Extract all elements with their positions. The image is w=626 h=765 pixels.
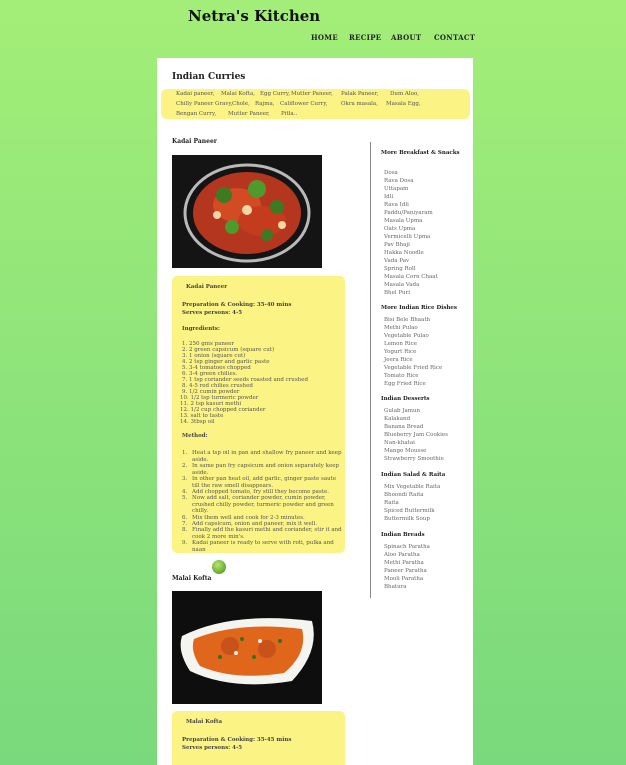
sidebar-link[interactable]: Mooli Paratha	[384, 576, 423, 582]
prep-time: Preparation & Cooking: 35-40 mins	[182, 302, 292, 308]
sidebar-link[interactable]: Bhel Puri	[384, 290, 410, 296]
sidebar-link[interactable]: Dosa	[384, 170, 398, 176]
sidebar-link[interactable]: Banana Bread	[384, 424, 423, 430]
sidebar-link[interactable]: Hakka Noodle	[384, 250, 424, 256]
sidebar-link[interactable]: Paneer Paratha	[384, 568, 427, 574]
sidebar-section-title: More Indian Rice Dishes	[381, 305, 458, 311]
tag-link[interactable]: Dum Aloo,	[390, 91, 419, 97]
method-step: Finally add the kasuri methi and coriand…	[192, 527, 342, 540]
recipe-heading[interactable]: Kadai Paneer	[172, 138, 217, 145]
sidebar-link[interactable]: Oats Upma	[384, 226, 415, 232]
tag-link[interactable]: Palak Paneer,	[341, 91, 378, 97]
tag-link[interactable]: Rajma,	[255, 101, 275, 107]
nav-contact[interactable]: CONTACT	[434, 33, 475, 42]
tag-link[interactable]: Califlower Curry,	[280, 101, 327, 107]
sidebar-link[interactable]: Rava Idli	[384, 202, 409, 208]
scroll-top-icon[interactable]	[212, 560, 226, 574]
serves: Serves persons: 4-5	[182, 745, 243, 751]
ingredients-label: Ingredients:	[182, 326, 220, 332]
method-label: Method:	[182, 433, 208, 439]
sidebar-link[interactable]: Spring Roll	[384, 266, 415, 272]
sidebar-link[interactable]: Egg Fried Rice	[384, 381, 426, 387]
sidebar-link[interactable]: Spiced Buttermilk	[384, 508, 435, 514]
sidebar-link[interactable]: Idli	[384, 194, 393, 200]
sidebar-link[interactable]: Jeera Rice	[384, 357, 413, 363]
sidebar-link[interactable]: Methi Paratha	[384, 560, 424, 566]
sidebar-link[interactable]: Vermicelli Upma	[384, 234, 430, 240]
tag-link[interactable]: Okra masala,	[341, 101, 378, 107]
nav-recipe[interactable]: RECIPE	[349, 33, 381, 42]
method-step: Now add salt, coriander powder, cumin po…	[192, 495, 334, 514]
sidebar-link[interactable]: Pav Bhaji	[384, 242, 410, 248]
prep-time: Preparation & Cooking: 35-45 mins	[182, 737, 292, 743]
sidebar-link[interactable]: Raita	[384, 500, 399, 506]
sidebar-link[interactable]: Blueberry Jam Cookies	[384, 432, 448, 438]
serves: Serves persons: 4-5	[182, 310, 243, 316]
sidebar-link[interactable]: Uttapam	[384, 186, 408, 192]
sidebar-link[interactable]: Lemon Rice	[384, 341, 417, 347]
sidebar-link[interactable]: Vada Pav	[384, 258, 409, 264]
recipe-card: Kadai Paneer Preparation & Cooking: 35-4…	[172, 276, 345, 553]
sidebar-link[interactable]: Bhatura	[384, 584, 407, 590]
nav-home[interactable]: HOME	[311, 33, 338, 42]
recipe-heading[interactable]: Malai Kofta	[172, 575, 211, 582]
site-title[interactable]: Netra's Kitchen	[188, 7, 320, 25]
sidebar-link[interactable]: Mix Vegetable Raita	[384, 484, 440, 490]
malai-kofta-photo	[172, 591, 322, 704]
sidebar-section-title: Indian Desserts	[381, 396, 430, 402]
tag-link[interactable]: Mutter Paneer,	[291, 91, 333, 97]
sidebar-link[interactable]: Masala Vada	[384, 282, 419, 288]
sidebar-link[interactable]: Rava Dosa	[384, 178, 414, 184]
section-title: Indian Curries	[172, 72, 246, 82]
main-content: Indian Curries Kadai paneer, Malai Kofta…	[157, 58, 473, 765]
sidebar-link[interactable]: Vegetable Pulao	[384, 333, 429, 339]
sidebar-link[interactable]: Masala Corn Chaat	[384, 274, 438, 280]
ingredient-item: 3tbsp oil	[190, 419, 215, 425]
sidebar-link[interactable]: Yogurt Rice	[384, 349, 416, 355]
tag-link[interactable]: Mutter Paneer,	[228, 111, 270, 117]
sidebar-section-title: Indian Salad & Raita	[381, 472, 446, 478]
sidebar-link[interactable]: Kalakand	[384, 416, 410, 422]
tag-link[interactable]: Bengan Curry,	[176, 111, 216, 117]
card-title: Kadai Paneer	[186, 284, 228, 290]
method-step: Kadai paneer is ready to serve with roti…	[192, 540, 334, 553]
sidebar-link[interactable]: Masala Upma	[384, 218, 422, 224]
sidebar-link[interactable]: Gulab Jamun	[384, 408, 420, 414]
recipe-card: Malai Kofta Preparation & Cooking: 35-45…	[172, 711, 345, 765]
tag-link[interactable]: Masala Egg,	[386, 101, 421, 107]
sidebar-link[interactable]: Bhoondi Raita	[384, 492, 424, 498]
sidebar-link[interactable]: Vegetable Fried Rice	[384, 365, 442, 371]
sidebar-link[interactable]: Strawberry Smoothie	[384, 456, 444, 462]
sidebar-link[interactable]: Aloo Paratha	[384, 552, 420, 558]
sidebar-link[interactable]: Buttermilk Soup	[384, 516, 430, 522]
tag-link[interactable]: Egg Curry,	[260, 91, 290, 97]
kadai-paneer-photo	[172, 155, 322, 268]
sidebar-link[interactable]: Spinach Paratha	[384, 544, 430, 550]
sidebar-link[interactable]: Paddu/Paniyaram	[384, 210, 433, 216]
tag-link[interactable]: Chilly Paneer Gravy,	[176, 101, 233, 107]
method-step: Heat a tsp oil in pan and shallow fry pa…	[192, 450, 342, 463]
tag-link[interactable]: Pitla..	[281, 111, 297, 117]
recipe-tags-box: Kadai paneer, Malai Kofta, Egg Curry, Mu…	[161, 89, 470, 119]
sidebar: More Breakfast & Snacks Dosa Rava Dosa U…	[370, 142, 471, 598]
sidebar-link[interactable]: Nan-khatai	[384, 440, 415, 446]
sidebar-link[interactable]: Bisi Bele Bhaath	[384, 317, 430, 323]
tag-link[interactable]: Chole,	[232, 101, 250, 107]
card-title: Malai Kofta	[186, 719, 223, 725]
nav-about[interactable]: ABOUT	[391, 33, 421, 42]
method-step: In same pan fry capsicum and onion separ…	[192, 463, 339, 476]
tag-link[interactable]: Kadai paneer,	[176, 91, 214, 97]
sidebar-link[interactable]: Tomato Rice	[384, 373, 419, 379]
method-step: In other pan heat oil, add garlic, ginge…	[192, 476, 337, 489]
sidebar-section-title: More Breakfast & Snacks	[381, 150, 460, 156]
sidebar-link[interactable]: Mango Mousse	[384, 448, 426, 454]
sidebar-link[interactable]: Methi Pulao	[384, 325, 418, 331]
tag-link[interactable]: Malai Kofta,	[221, 91, 255, 97]
sidebar-section-title: Indian Breads	[381, 532, 425, 538]
